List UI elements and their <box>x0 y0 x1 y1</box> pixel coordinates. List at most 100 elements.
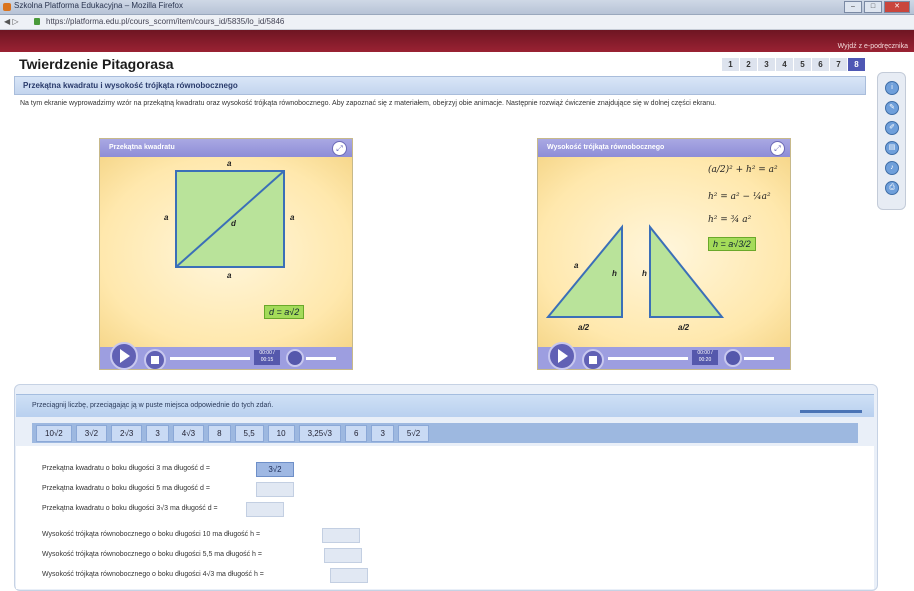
side-label-top: a <box>227 159 232 168</box>
question-text: Przekątna kwadratu o boku długości 3√3 m… <box>42 505 218 512</box>
diagonal-label: d <box>231 219 236 228</box>
progress-track[interactable] <box>170 357 250 360</box>
page-link-6[interactable]: 6 <box>812 58 829 71</box>
base-half-label-left: a/2 <box>578 323 590 332</box>
triangle-side-label-left: a <box>574 261 579 270</box>
eraser-icon[interactable]: ✐ <box>885 121 899 135</box>
answer-chip[interactable]: 3,25√3 <box>298 424 341 442</box>
answer-chip[interactable]: 3√2 <box>75 424 108 442</box>
answer-drop-slot[interactable] <box>256 482 294 497</box>
page-link-3[interactable]: 3 <box>758 58 775 71</box>
section-header: Przekątna kwadratu i wysokość trójkąta r… <box>14 76 866 95</box>
left-half-triangle <box>545 224 623 318</box>
close-window-button[interactable]: ✕ <box>884 1 910 13</box>
minimize-button[interactable]: – <box>844 1 862 13</box>
page-link-2[interactable]: 2 <box>740 58 757 71</box>
triangle-diagram <box>545 224 725 318</box>
answer-chip[interactable]: 2√3 <box>111 424 143 442</box>
answer-drop-slot[interactable] <box>246 502 284 517</box>
formula-1: (a/2)² + h² = a² <box>708 165 778 175</box>
answer-chip[interactable]: 5,5 <box>234 424 264 442</box>
progress-track[interactable] <box>608 357 688 360</box>
base-half-label-right: a/2 <box>678 323 690 332</box>
page-link-8[interactable]: 8 <box>848 58 865 71</box>
print-icon[interactable]: ⎙ <box>885 181 899 195</box>
square-animation-panel: Przekątna kwadratu ⤢ a a a a d d = a√2 0… <box>99 138 353 370</box>
square-diagram <box>175 170 285 268</box>
page-link-4[interactable]: 4 <box>776 58 793 71</box>
triangle-height-label-right: h <box>642 269 647 278</box>
stop-button[interactable] <box>582 349 604 369</box>
exercise-header: Przeciągnij liczbę, przeciągając ją w pu… <box>16 394 874 417</box>
diagonal-formula: d = a√2 <box>264 305 305 319</box>
play-button-square[interactable] <box>110 342 138 370</box>
window-title: Szkolna Platforma Edukacyjna – Mozilla F… <box>14 1 183 10</box>
lock-icon <box>34 18 40 25</box>
volume-icon[interactable] <box>724 349 742 367</box>
answer-drop-slot[interactable] <box>322 528 360 543</box>
time-display: 00:00 / 00:15 <box>254 350 280 365</box>
address-bar: ◀ ▷ https://platforma.edu.pl/cours_scorm… <box>0 15 914 30</box>
answer-chip[interactable]: 10√2 <box>36 424 72 442</box>
firefox-icon <box>3 3 11 11</box>
answer-chip[interactable]: 10 <box>267 424 295 442</box>
stop-button[interactable] <box>144 349 166 369</box>
sound-icon[interactable]: ♪ <box>885 161 899 175</box>
volume-slider[interactable] <box>744 357 774 360</box>
animation-canvas: a a a a d d = a√2 <box>100 157 352 347</box>
triangle-height-label-left: h <box>612 269 617 278</box>
page-link-1[interactable]: 1 <box>722 58 739 71</box>
formula-3: h² = ¾ a² <box>708 215 752 225</box>
question-text: Przekątna kwadratu o boku długości 3 ma … <box>42 465 210 472</box>
answer-chip[interactable]: 4√3 <box>172 424 205 442</box>
intro-text: Na tym ekranie wyprowadzimy wzór na prze… <box>20 100 717 107</box>
volume-icon[interactable] <box>286 349 304 367</box>
zoom-icon[interactable]: ⤢ <box>332 141 347 156</box>
question-text: Wysokość trójkąta równobocznego o boku d… <box>42 531 261 538</box>
page-link-5[interactable]: 5 <box>794 58 811 71</box>
browser-titlebar: Szkolna Platforma Edukacyjna – Mozilla F… <box>0 0 914 15</box>
page-title: Twierdzenie Pitagorasa <box>19 56 174 72</box>
animation-canvas: a h h a/2 a/2 (a/2)² + h² = a² h² = a² −… <box>538 157 790 347</box>
play-button-triangle[interactable] <box>548 342 576 370</box>
answer-chip[interactable]: 8 <box>208 424 231 442</box>
answer-chip[interactable]: 3 <box>371 424 394 442</box>
panel-title: Wysokość trójkąta równobocznego <box>547 144 665 151</box>
page-link-7[interactable]: 7 <box>830 58 847 71</box>
answer-drop-slot[interactable]: 3√2 <box>256 462 294 477</box>
side-label-right: a <box>290 213 295 222</box>
back-forward-icon[interactable]: ◀ ▷ <box>4 17 19 26</box>
time-display: 00:00 / 00:20 <box>692 350 718 365</box>
page-pager: 12345678 <box>722 58 865 71</box>
exercise-instruction: Przeciągnij liczbę, przeciągając ją w pu… <box>32 402 274 409</box>
url-field[interactable]: https://platforma.edu.pl/cours_scorm/ite… <box>46 17 284 26</box>
panel-header: Przekątna kwadratu ⤢ <box>100 139 352 158</box>
exit-link[interactable]: Wyjdź z e-podręcznika <box>838 43 908 50</box>
triangle-animation-panel: Wysokość trójkąta równobocznego ⤢ a h h … <box>537 138 791 370</box>
question-text: Wysokość trójkąta równobocznego o boku d… <box>42 571 264 578</box>
maximize-button[interactable]: □ <box>864 1 882 13</box>
panel-header: Wysokość trójkąta równobocznego ⤢ <box>538 139 790 158</box>
formula-2: h² = a² − ¼a² <box>708 192 771 202</box>
tool-palette: i ✎ ✐ ▤ ♪ ⎙ <box>877 72 906 210</box>
exercise-progress-bar <box>800 410 862 413</box>
answer-chip[interactable]: 3 <box>146 424 169 442</box>
side-label-left: a <box>164 213 169 222</box>
question-text: Wysokość trójkąta równobocznego o boku d… <box>42 551 262 558</box>
question-text: Przekątna kwadratu o boku długości 5 ma … <box>42 485 210 492</box>
answer-chip-bank: 10√2 3√2 2√3 3 4√3 8 5,5 10 3,25√3 6 3 5√2 <box>32 423 858 443</box>
info-icon[interactable]: i <box>885 81 899 95</box>
answer-chip[interactable]: 6 <box>345 424 368 442</box>
pencil-icon[interactable]: ✎ <box>885 101 899 115</box>
site-header-bar: Wyjdź z e-podręcznika <box>0 30 914 52</box>
answer-chip[interactable]: 5√2 <box>397 424 430 442</box>
volume-slider[interactable] <box>306 357 336 360</box>
answer-drop-slot[interactable] <box>324 548 362 563</box>
zoom-icon[interactable]: ⤢ <box>770 141 785 156</box>
answer-drop-slot[interactable] <box>330 568 368 583</box>
side-label-bottom: a <box>227 271 232 280</box>
window-controls: – □ ✕ <box>844 1 910 13</box>
notes-icon[interactable]: ▤ <box>885 141 899 155</box>
section-title: Przekątna kwadratu i wysokość trójkąta r… <box>23 81 238 90</box>
panel-title: Przekątna kwadratu <box>109 144 175 151</box>
